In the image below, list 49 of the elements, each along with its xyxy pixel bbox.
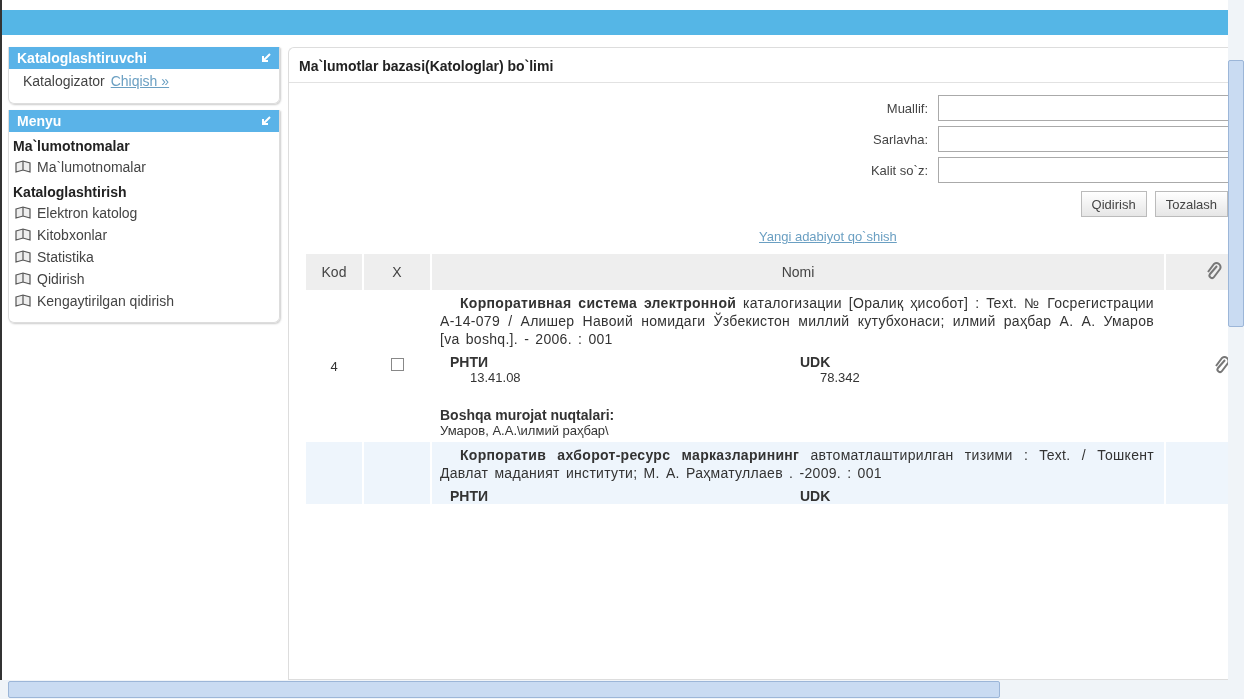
search-field[interactable] xyxy=(938,157,1228,183)
section-title: Ma`lumotlar bazasi(Katologlar) bo`limi xyxy=(289,48,1228,83)
panel-title: Menyu xyxy=(17,113,62,129)
menu-group-heading: Ma`lumotnomalar xyxy=(12,137,131,156)
scrollbar-thumb[interactable] xyxy=(8,681,1000,698)
book-icon xyxy=(15,250,31,264)
code-label: РНТИ xyxy=(449,488,490,504)
code-value: 13.41.08 xyxy=(469,370,522,385)
book-icon xyxy=(15,228,31,242)
collapse-icon[interactable] xyxy=(261,116,271,126)
record-description: Корпоративная система электронной каталогизации [Оралиқ ҳисобот] : Text. № Госрегистрации А-14-079 / Алишер Навоий номидаги Ўзбекистон миллий кутубхонаси; илмий раҳбар А. А. Умаров [va boshq.]. - 2006. : 001 xyxy=(440,294,1154,348)
column-header: Nomi xyxy=(432,254,1164,290)
field-label: Kalit so`z: xyxy=(870,162,928,178)
user-role: Katalogizator xyxy=(23,73,105,89)
paperclip-icon[interactable] xyxy=(1206,260,1222,281)
code-value: 78.342 xyxy=(819,370,861,385)
search-field[interactable] xyxy=(938,95,1228,121)
search-field[interactable] xyxy=(938,126,1228,152)
column-header: Kod xyxy=(306,254,362,290)
menu-group-heading: Kataloglashtirish xyxy=(12,183,128,202)
checkbox[interactable] xyxy=(390,358,404,371)
menu-item[interactable]: Kengaytirilgan qidirish xyxy=(9,290,279,312)
field-label: Muallif: xyxy=(885,100,928,116)
horizontal-scrollbar[interactable] xyxy=(0,680,1228,699)
record-description: Корпоратив ахборот-ресурс марказларининг автоматлаштирилган тизими : Text. / Тошкент Давлат маданият институти; М. А. Раҳматуллаев . -2009. : 001 xyxy=(440,446,1154,482)
menu-item[interactable]: Qidirish xyxy=(9,268,279,290)
clear-button[interactable]: Tozalash xyxy=(1154,191,1228,217)
other-points-label: Boshqa murojat nuqtalari: xyxy=(440,407,616,423)
menu-item[interactable]: Statistika xyxy=(9,246,279,268)
code-label: РНТИ xyxy=(449,354,490,370)
other-points-value: Умаров, А.А.\илмий раҳбар\ xyxy=(440,423,610,438)
menu-item[interactable]: Ma`lumotnomalar xyxy=(9,156,279,178)
search-button[interactable]: Qidirish xyxy=(1080,191,1147,217)
field-label: Sarlavha: xyxy=(872,131,928,147)
code-label: UDK xyxy=(799,488,832,504)
panel-title: Kataloglashtiruvchi xyxy=(17,50,147,66)
code-label: UDK xyxy=(799,354,832,370)
book-icon xyxy=(15,160,31,174)
collapse-icon[interactable] xyxy=(261,53,271,63)
book-icon xyxy=(15,272,31,286)
scrollbar-thumb[interactable] xyxy=(1228,60,1244,327)
paperclip-icon[interactable] xyxy=(1214,354,1228,375)
menu-item[interactable]: Elektron katolog xyxy=(9,202,279,224)
column-header: X xyxy=(364,254,430,290)
menu-item[interactable]: Kitobxonlar xyxy=(9,224,279,246)
book-icon xyxy=(15,206,31,220)
vertical-scrollbar[interactable] xyxy=(1228,0,1244,680)
table-cell: 4 xyxy=(330,358,338,374)
book-icon xyxy=(15,294,31,308)
